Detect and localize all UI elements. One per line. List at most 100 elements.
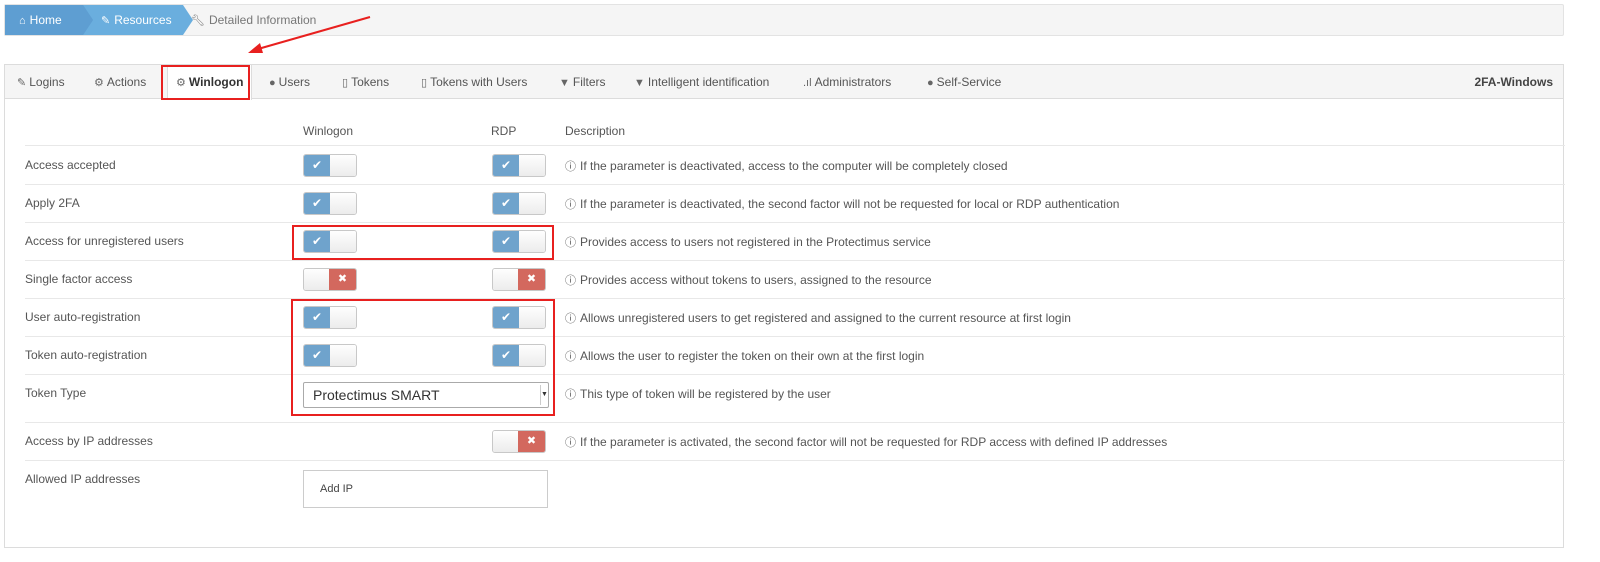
check-icon: ✔ bbox=[304, 155, 330, 176]
tab-logins[interactable]: ✎ Logins bbox=[17, 65, 65, 99]
row-description-text: If the parameter is deactivated, access … bbox=[580, 159, 1008, 173]
info-icon: ⓘ bbox=[565, 199, 576, 211]
x-icon: ✖ bbox=[518, 431, 545, 452]
row-description: ⓘ If the parameter is activated, the seco… bbox=[565, 434, 1167, 450]
row-divider bbox=[25, 298, 1565, 299]
breadcrumb-resources[interactable]: ✎ Resources bbox=[83, 5, 193, 35]
rdp-access-accepted-toggle[interactable]: ✔ bbox=[492, 154, 546, 177]
tab-label: Self-Service bbox=[936, 75, 1002, 89]
details-panel: ✎ Logins ⚙ Actions ⚙ Winlogon ● Users ▯ Token… bbox=[4, 64, 1565, 548]
row-description-text: Provides access to users not registered … bbox=[580, 235, 931, 249]
winlogon-apply-2fa-toggle[interactable]: ✔ bbox=[303, 192, 357, 215]
row-description-text: Provides access without tokens to users,… bbox=[580, 273, 932, 287]
annotation-box-autoregistration bbox=[291, 299, 555, 416]
filter-icon: ▼ bbox=[559, 77, 570, 89]
edit-icon: ✎ bbox=[17, 77, 27, 89]
tab-label: Administrators bbox=[814, 75, 892, 89]
annotation-box-unregistered bbox=[292, 225, 554, 260]
wrench-icon: 🔧︎ bbox=[191, 15, 205, 27]
breadcrumb-home[interactable]: ⌂ Home bbox=[5, 5, 93, 35]
tab-label: Filters bbox=[572, 75, 606, 89]
tab-label: Users bbox=[278, 75, 310, 89]
info-icon: ⓘ bbox=[565, 161, 576, 173]
row-description: ⓘ Provides access to users not registered… bbox=[565, 234, 931, 250]
x-icon: ✖ bbox=[518, 269, 545, 290]
mobile-icon: ▯ bbox=[342, 77, 349, 89]
header-winlogon: Winlogon bbox=[303, 124, 354, 138]
tab-label: Logins bbox=[29, 75, 65, 89]
row-label: Access by IP addresses bbox=[25, 434, 153, 448]
check-icon: ✔ bbox=[493, 193, 519, 214]
info-icon: ⓘ bbox=[565, 389, 576, 401]
info-icon: ⓘ bbox=[565, 275, 576, 287]
tab-actions[interactable]: ⚙ Actions bbox=[94, 65, 146, 99]
info-icon: ⓘ bbox=[565, 237, 576, 249]
row-label: Token Type bbox=[25, 386, 87, 400]
tab-intelligent-identification[interactable]: ▼ Intelligent identification bbox=[634, 65, 769, 99]
row-divider bbox=[25, 460, 1565, 461]
filter-icon: ▼ bbox=[634, 77, 645, 89]
row-divider bbox=[25, 336, 1565, 337]
mobile-icon: ▯ bbox=[421, 77, 428, 89]
tab-self-service[interactable]: ● Self-Service bbox=[927, 65, 1001, 99]
header-description: Description bbox=[565, 124, 626, 138]
row-description: ⓘ Allows the user to register the token o… bbox=[565, 348, 924, 364]
check-icon: ✔ bbox=[493, 155, 519, 176]
row-divider bbox=[25, 184, 1565, 185]
home-icon: ⌂ bbox=[19, 15, 26, 27]
row-description-text: This type of token will be registered by… bbox=[580, 387, 831, 401]
breadcrumb: ⌂ Home ✎ Resources 🔧︎ Detailed Information bbox=[4, 4, 1564, 36]
breadcrumb-detail-label: Detailed Information bbox=[208, 13, 317, 27]
rdp-ip-access-toggle[interactable]: ✖ bbox=[492, 430, 546, 453]
resource-name: 2FA-Windows bbox=[1474, 75, 1553, 89]
winlogon-single-factor-toggle[interactable]: ✖ bbox=[303, 268, 357, 291]
row-label: Apply 2FA bbox=[25, 196, 80, 210]
tab-label: Tokens bbox=[351, 75, 390, 89]
row-description: ⓘ Provides access without tokens to users… bbox=[565, 272, 932, 288]
tab-tokens-with-users[interactable]: ▯ Tokens with Users bbox=[421, 65, 527, 99]
row-description-text: Allows unregistered users to get registe… bbox=[580, 311, 1071, 325]
winlogon-access-accepted-toggle[interactable]: ✔ bbox=[303, 154, 357, 177]
x-icon: ✖ bbox=[329, 269, 356, 290]
breadcrumb-detail: 🔧︎ Detailed Information bbox=[191, 5, 316, 35]
tab-filters[interactable]: ▼ Filters bbox=[559, 65, 606, 99]
info-icon: ⓘ bbox=[565, 313, 576, 325]
tab-label: Actions bbox=[106, 75, 147, 89]
tab-administrators[interactable]: .ıl Administrators bbox=[803, 65, 891, 99]
header-rdp: RDP bbox=[491, 124, 517, 138]
row-label: Access for unregistered users bbox=[25, 234, 184, 248]
info-icon: ⓘ bbox=[565, 351, 576, 363]
annotation-box-winlogon-tab bbox=[161, 65, 250, 100]
edit-icon: ✎ bbox=[101, 15, 111, 27]
signal-icon: .ıl bbox=[803, 77, 812, 89]
gears-icon: ⚙ bbox=[94, 77, 104, 89]
row-label: Token auto-registration bbox=[25, 348, 148, 362]
tab-label: Intelligent identification bbox=[647, 75, 770, 89]
rdp-single-factor-toggle[interactable]: ✖ bbox=[492, 268, 546, 291]
row-label: Single factor access bbox=[25, 272, 133, 286]
row-description: ⓘ If the parameter is deactivated, access… bbox=[565, 158, 1008, 174]
check-icon: ✔ bbox=[304, 193, 330, 214]
row-label: Allowed IP addresses bbox=[25, 472, 141, 486]
row-description-text: If the parameter is deactivated, the sec… bbox=[580, 197, 1120, 211]
row-label: User auto-registration bbox=[25, 310, 141, 324]
row-description: ⓘ This type of token will be registered b… bbox=[565, 386, 831, 402]
row-divider bbox=[25, 145, 1565, 146]
row-divider bbox=[25, 260, 1565, 261]
row-description-text: Allows the user to register the token on… bbox=[580, 349, 925, 363]
row-description-text: If the parameter is activated, the secon… bbox=[580, 435, 1168, 449]
user-icon: ● bbox=[269, 77, 276, 89]
add-ip-button[interactable]: Add IP bbox=[303, 470, 548, 508]
row-description: ⓘ If the parameter is deactivated, the se… bbox=[565, 196, 1119, 212]
user-tie-icon: ● bbox=[927, 77, 934, 89]
row-divider bbox=[25, 422, 1565, 423]
breadcrumb-resources-label: Resources bbox=[114, 13, 172, 27]
row-description: ⓘ Allows unregistered users to get regist… bbox=[565, 310, 1071, 326]
breadcrumb-home-label: Home bbox=[29, 13, 62, 27]
info-icon: ⓘ bbox=[565, 437, 576, 449]
row-divider bbox=[25, 374, 1565, 375]
tab-tokens[interactable]: ▯ Tokens bbox=[342, 65, 389, 99]
row-divider bbox=[25, 222, 1565, 223]
rdp-apply-2fa-toggle[interactable]: ✔ bbox=[492, 192, 546, 215]
tab-users[interactable]: ● Users bbox=[269, 65, 310, 99]
